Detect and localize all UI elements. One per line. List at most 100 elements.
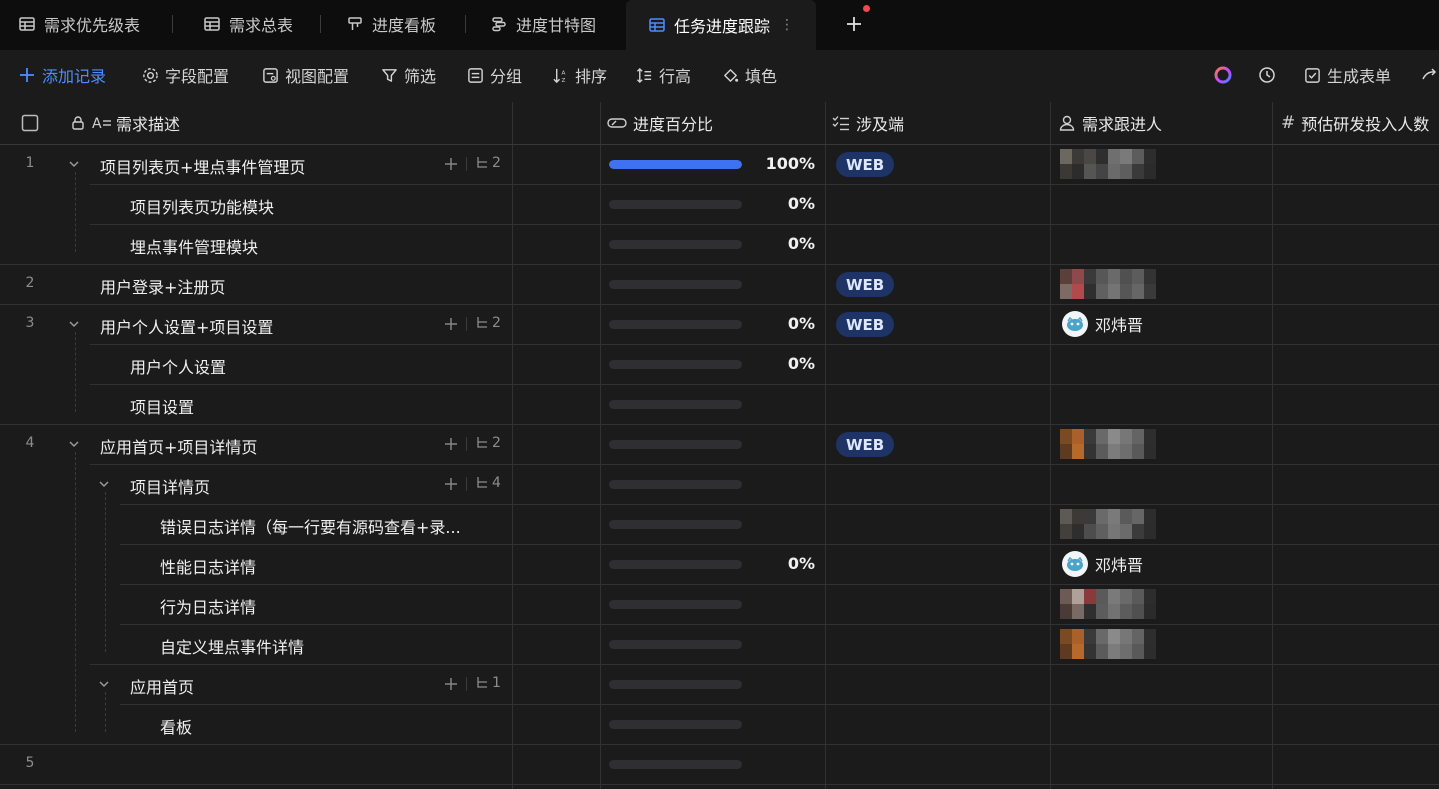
add-subrecord-button[interactable]: [443, 476, 459, 492]
view-toolbar: 添加记录 字段配置 视图配置 筛选 分组 AZ 排序 行高 填色 生成表单: [0, 50, 1439, 102]
chevron-down-icon[interactable]: [97, 477, 111, 491]
row-divider: [90, 664, 1439, 665]
progress-bar: [609, 680, 742, 689]
progress-percent: 100%: [765, 154, 815, 173]
tree-guide-line: [105, 692, 106, 732]
row-title[interactable]: 用户登录+注册页: [100, 274, 225, 298]
select-all-checkbox[interactable]: [21, 102, 39, 144]
row-height-icon: [636, 67, 653, 84]
group-label: 分组: [490, 67, 523, 86]
row-number: 3: [25, 315, 35, 331]
fill-color-button[interactable]: 填色: [722, 50, 777, 100]
ai-assistant-button[interactable]: [1213, 50, 1239, 100]
share-button[interactable]: [1421, 50, 1439, 100]
assignee-avatar-blurred: [1060, 509, 1156, 539]
row-title[interactable]: 应用首页+项目详情页: [100, 434, 257, 458]
subrecord-count[interactable]: 2: [475, 155, 501, 171]
row-divider: [120, 624, 1439, 625]
row-title[interactable]: 自定义埋点事件详情: [160, 634, 304, 658]
row-title[interactable]: 行为日志详情: [160, 594, 256, 618]
share-icon: [1421, 66, 1439, 84]
subrecord-count[interactable]: 2: [475, 435, 501, 451]
row-title[interactable]: 项目列表页+埋点事件管理页: [100, 154, 305, 178]
column-header-estimate[interactable]: # 预估研发投入人数: [1281, 102, 1439, 144]
tab-task-progress-tracking[interactable]: 任务进度跟踪 ⋮: [626, 0, 817, 50]
field-config-label: 字段配置: [165, 67, 230, 86]
tab-progress-kanban[interactable]: 进度看板: [346, 0, 436, 48]
filter-icon: [381, 67, 398, 84]
kanban-icon: [346, 15, 364, 33]
row-title[interactable]: 应用首页: [130, 674, 194, 698]
tab-requirement-total[interactable]: 需求总表: [203, 0, 293, 48]
subrecord-count[interactable]: 4: [475, 475, 501, 491]
data-grid: A 需求描述 进度百分比 涉及端 需求跟进人 # 预估研发投入人数 1 项目列表页…: [0, 102, 1439, 789]
assignee-avatar-blurred: [1060, 149, 1156, 179]
row-divider: [120, 504, 1439, 505]
add-view-button[interactable]: [842, 5, 870, 36]
row-height-button[interactable]: 行高: [636, 50, 691, 100]
notification-dot: [863, 5, 870, 12]
row-divider: [0, 304, 1439, 305]
view-config-button[interactable]: 视图配置: [262, 50, 349, 100]
subrecord-count[interactable]: 1: [475, 675, 501, 691]
generate-form-button[interactable]: 生成表单: [1304, 50, 1391, 100]
plus-icon: [445, 318, 457, 330]
assignee[interactable]: 邓炜晋: [1062, 551, 1143, 577]
form-icon: [1304, 67, 1321, 84]
filter-button[interactable]: 筛选: [381, 50, 436, 100]
row-title[interactable]: 项目详情页: [130, 474, 210, 498]
sort-button[interactable]: AZ 排序: [552, 50, 607, 100]
row-divider: [90, 224, 1439, 225]
assignee[interactable]: 邓炜晋: [1062, 311, 1143, 337]
table-icon: [648, 16, 666, 34]
row-title[interactable]: 用户个人设置: [130, 354, 226, 378]
progress-percent: 0%: [787, 554, 815, 573]
column-header-platform[interactable]: 涉及端: [832, 102, 1042, 144]
row-height-label: 行高: [659, 67, 692, 86]
tree-guide-line: [105, 492, 106, 652]
tree-guide-line: [75, 172, 76, 252]
add-subrecord-button[interactable]: [443, 156, 459, 172]
chevron-down-icon[interactable]: [67, 437, 81, 451]
lock-icon: [70, 115, 86, 131]
chevron-down-icon[interactable]: [67, 157, 81, 171]
group-button[interactable]: 分组: [467, 50, 522, 100]
row-title[interactable]: 用户个人设置+项目设置: [100, 314, 273, 338]
tab-requirement-priority[interactable]: 需求优先级表: [18, 0, 140, 48]
more-vertical-icon[interactable]: ⋮: [780, 17, 794, 33]
checklist-icon: [832, 115, 850, 131]
row-title[interactable]: 埋点事件管理模块: [130, 234, 258, 258]
row-title[interactable]: 项目设置: [130, 394, 194, 418]
ai-ring-icon: [1213, 65, 1233, 85]
row-title[interactable]: 项目列表页功能模块: [130, 194, 274, 218]
column-header-assignee[interactable]: 需求跟进人: [1058, 102, 1268, 144]
row-number: 2: [25, 275, 35, 291]
chevron-down-icon[interactable]: [97, 677, 111, 691]
tab-label: 任务进度跟踪: [674, 17, 771, 36]
progress-bar: [609, 600, 742, 609]
field-config-button[interactable]: 字段配置: [142, 50, 229, 100]
progress-bar: [609, 320, 742, 329]
sort-label: 排序: [575, 67, 608, 86]
add-record-button[interactable]: 添加记录: [18, 50, 106, 100]
add-subrecord-button[interactable]: [443, 436, 459, 452]
row-title[interactable]: 性能日志详情: [160, 554, 256, 578]
tab-progress-gantt[interactable]: 进度甘特图: [490, 0, 596, 48]
subrecord-count[interactable]: 2: [475, 315, 501, 331]
column-header-description[interactable]: A 需求描述: [70, 102, 510, 144]
row-title[interactable]: 错误日志详情（每一行要有源码查看+录...: [160, 514, 461, 538]
chevron-down-icon[interactable]: [67, 317, 81, 331]
row-title[interactable]: 看板: [160, 714, 192, 738]
column-header-progress[interactable]: 进度百分比: [607, 102, 817, 144]
progress-bar: [609, 440, 742, 449]
add-subrecord-button[interactable]: [443, 316, 459, 332]
row-divider: [90, 464, 1439, 465]
subtree-icon: [475, 316, 489, 330]
tab-label: 进度看板: [372, 16, 437, 35]
progress-bar: [609, 360, 742, 369]
history-button[interactable]: [1258, 50, 1282, 100]
paint-bucket-icon: [722, 67, 739, 84]
progress-bar: [609, 720, 742, 729]
row-number: 5: [25, 755, 35, 771]
add-subrecord-button[interactable]: [443, 676, 459, 692]
